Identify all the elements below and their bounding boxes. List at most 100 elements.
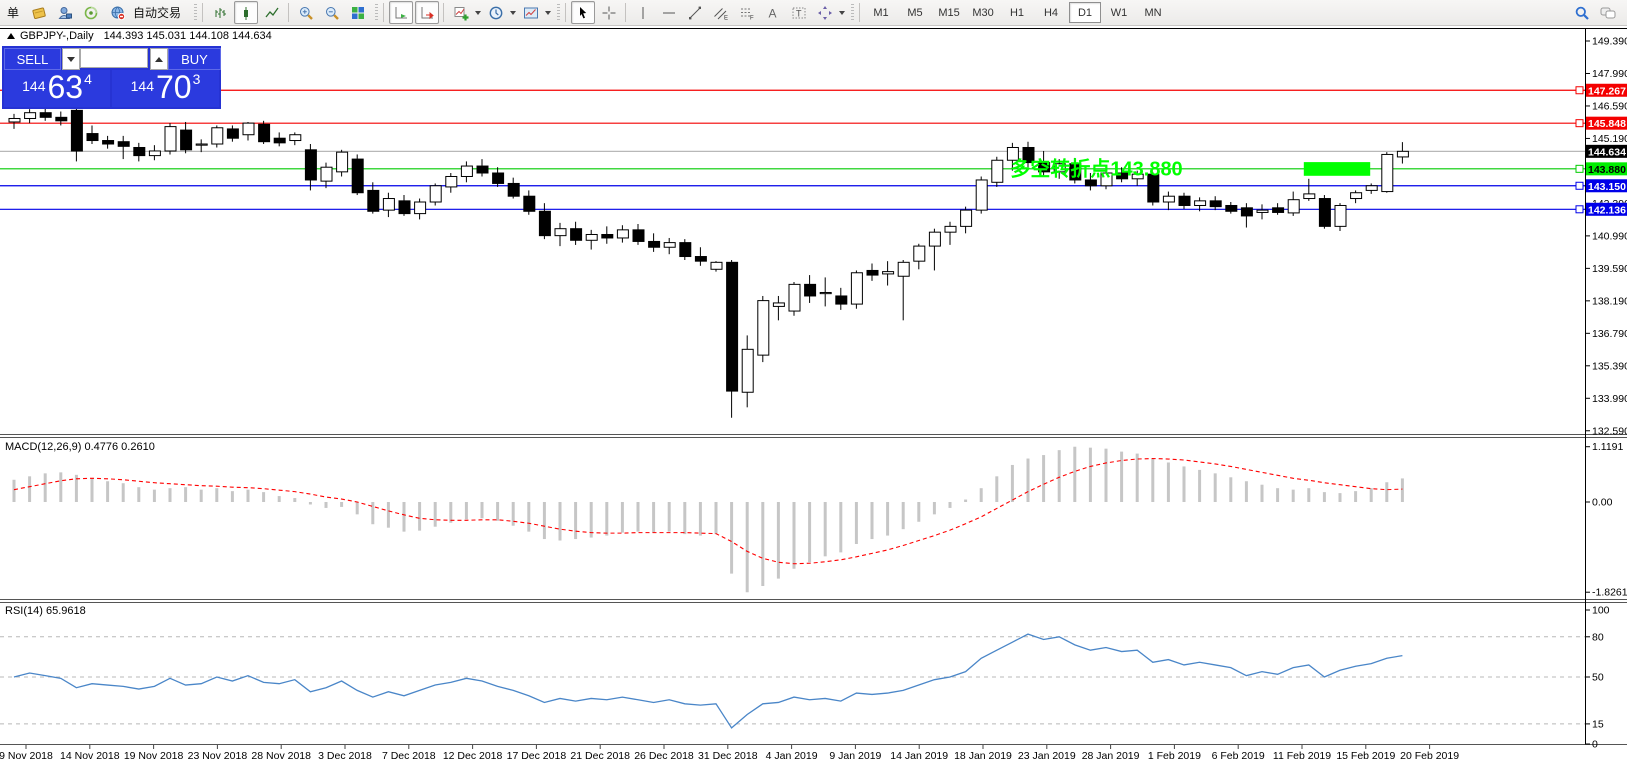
- chart-canvas[interactable]: 149.390147.990146.590145.190143.790142.3…: [0, 0, 1627, 771]
- price-tick-label: 147.990: [1592, 68, 1627, 80]
- cursor-icon: [575, 5, 591, 21]
- expert-advisor-icon: [57, 5, 73, 21]
- symbol-header: GBPJPY-,Daily 144.393 145.031 144.108 14…: [7, 30, 272, 42]
- candle: [1351, 193, 1362, 199]
- svg-text:145.848: 145.848: [1588, 118, 1626, 130]
- candle: [25, 113, 36, 119]
- timeframe-w1[interactable]: W1: [1103, 2, 1135, 23]
- line-handle[interactable]: [1576, 206, 1583, 213]
- volume-increase-button[interactable]: [150, 48, 168, 70]
- autotrading-button[interactable]: 自动交易: [105, 1, 189, 24]
- candle: [727, 262, 738, 391]
- candle: [539, 211, 550, 235]
- zoom-out-button[interactable]: [320, 1, 344, 24]
- line-handle[interactable]: [1576, 182, 1583, 189]
- auto-scroll-icon: [393, 5, 409, 21]
- arrows-button[interactable]: [813, 1, 837, 24]
- highlight-rectangle[interactable]: [1304, 162, 1370, 176]
- bar-chart-button[interactable]: [208, 1, 232, 24]
- candle: [945, 226, 956, 232]
- experts-button[interactable]: [53, 1, 77, 24]
- candle: [103, 141, 114, 144]
- tile-windows-button[interactable]: [346, 1, 370, 24]
- volume-input[interactable]: 0.10: [80, 48, 148, 68]
- candle: [181, 130, 192, 150]
- trendline-button[interactable]: [683, 1, 707, 24]
- indicators-icon: [453, 5, 469, 21]
- buy-price-button[interactable]: 144 70 3: [112, 70, 219, 107]
- candle: [1397, 151, 1408, 157]
- timeframe-mn[interactable]: MN: [1137, 2, 1169, 23]
- templates-button[interactable]: [519, 1, 543, 24]
- macd-axis-label: -1.8261: [1592, 587, 1627, 599]
- chart-shift-button[interactable]: [415, 1, 439, 24]
- pivot-annotation[interactable]: 多空转折点143.880: [1010, 157, 1182, 181]
- arrows-dropdown-arrow[interactable]: [839, 11, 845, 15]
- fibonacci-button[interactable]: F: [735, 1, 759, 24]
- candle: [586, 234, 597, 240]
- candle: [383, 199, 394, 211]
- periods-button[interactable]: [484, 1, 508, 24]
- candle: [134, 147, 145, 155]
- crosshair-icon: [601, 5, 617, 21]
- line-handle[interactable]: [1576, 165, 1583, 172]
- search-button[interactable]: [1570, 1, 1594, 24]
- candle: [259, 124, 270, 141]
- spin-down-icon: [67, 57, 75, 62]
- sell-price-button[interactable]: 144 63 4: [4, 70, 110, 107]
- templates-dropdown-arrow[interactable]: [545, 11, 551, 15]
- toolbar-separator: [202, 3, 203, 22]
- timeframe-m1[interactable]: M1: [865, 2, 897, 23]
- buy-price-big: 70: [156, 73, 192, 101]
- candle: [1241, 208, 1252, 216]
- new-order-label: 单: [4, 4, 22, 21]
- clock-icon: [488, 5, 504, 21]
- date-label: 19 Nov 2018: [124, 750, 184, 762]
- candle: [789, 284, 800, 311]
- profiles-button[interactable]: [27, 1, 51, 24]
- crosshair-button[interactable]: [597, 1, 621, 24]
- chat-button[interactable]: [1596, 1, 1620, 24]
- indicators-dropdown-arrow[interactable]: [475, 11, 481, 15]
- candlestick-chart-button[interactable]: [234, 1, 258, 24]
- vertical-line-button[interactable]: [631, 1, 655, 24]
- zoom-in-button[interactable]: [294, 1, 318, 24]
- svg-text:A: A: [769, 6, 777, 20]
- horizontal-line-button[interactable]: [657, 1, 681, 24]
- candle: [399, 201, 410, 214]
- timeframe-h4[interactable]: H4: [1035, 2, 1067, 23]
- new-order-button[interactable]: 单: [1, 1, 25, 24]
- sell-price-prefix: 144: [22, 79, 45, 93]
- zoom-out-icon: [324, 5, 340, 21]
- buy-button[interactable]: BUY: [168, 48, 221, 70]
- signals-button[interactable]: [79, 1, 103, 24]
- candle: [867, 270, 878, 275]
- bar-chart-icon: [212, 5, 228, 21]
- date-label: 14 Nov 2018: [60, 750, 120, 762]
- chart-shift-icon: [419, 5, 435, 21]
- candle: [664, 243, 675, 248]
- svg-text:142.136: 142.136: [1588, 204, 1626, 216]
- text-label-button[interactable]: T: [787, 1, 811, 24]
- line-chart-button[interactable]: [260, 1, 284, 24]
- sell-button[interactable]: SELL: [4, 48, 61, 70]
- volume-decrease-button[interactable]: [62, 48, 80, 70]
- timeframe-d1[interactable]: D1: [1069, 2, 1101, 23]
- collapse-triangle-icon[interactable]: [7, 33, 15, 39]
- rsi-axis-label: 100: [1592, 605, 1610, 617]
- text-button[interactable]: A: [761, 1, 785, 24]
- timeframe-h1[interactable]: H1: [1001, 2, 1033, 23]
- timeframe-m30[interactable]: M30: [967, 2, 999, 23]
- timeframe-m5[interactable]: M5: [899, 2, 931, 23]
- candle: [1226, 205, 1237, 211]
- line-handle[interactable]: [1576, 120, 1583, 127]
- timeframe-m15[interactable]: M15: [933, 2, 965, 23]
- periods-dropdown-arrow[interactable]: [510, 11, 516, 15]
- line-handle[interactable]: [1576, 87, 1583, 94]
- equidistant-channel-button[interactable]: E: [709, 1, 733, 24]
- cursor-button[interactable]: [571, 1, 595, 24]
- indicators-button[interactable]: [449, 1, 473, 24]
- line-chart-icon: [264, 5, 280, 21]
- auto-scroll-button[interactable]: [389, 1, 413, 24]
- toolbar-separator: [859, 3, 860, 22]
